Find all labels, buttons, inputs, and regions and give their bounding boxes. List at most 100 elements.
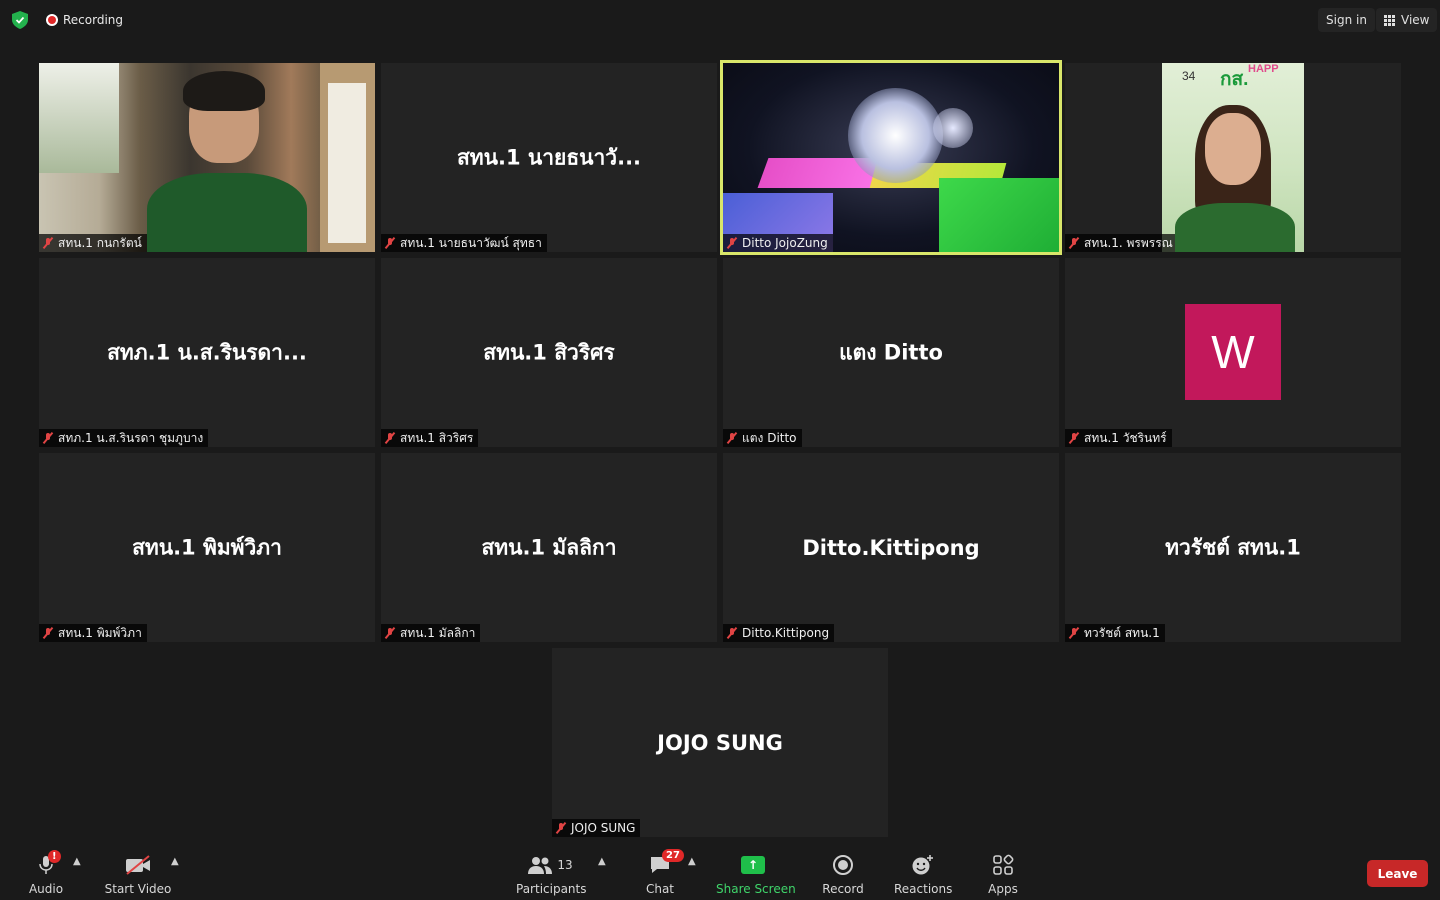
participant-tile[interactable]: Ditto.Kittipong Ditto.Kittipong xyxy=(723,453,1059,642)
participant-display-name: แตง Ditto xyxy=(839,340,943,364)
leave-label: Leave xyxy=(1377,866,1418,881)
mic-muted-icon xyxy=(384,432,396,444)
grid-view-icon xyxy=(1384,14,1395,26)
reactions-button[interactable]: Reactions xyxy=(894,852,952,896)
participant-tile[interactable]: แตง Ditto แตง Ditto xyxy=(723,258,1059,447)
participant-display-name: สทน.1 มัลลิกา xyxy=(481,535,617,559)
participant-tile-video[interactable]: 34 กส. HAPP สทน.1. พรพรรณ xyxy=(1065,63,1401,252)
participant-tile[interactable]: สทน.1 พิมพ์วิภา สทน.1 พิมพ์วิภา xyxy=(39,453,375,642)
participant-name-label: สทน.1 พิมพ์วิภา xyxy=(39,624,147,642)
participant-tile-video[interactable]: สทน.1 กนกรัตน์ xyxy=(39,63,375,252)
participant-tile[interactable]: สทน.1 สิวริศร สทน.1 สิวริศร xyxy=(381,258,717,447)
chat-button[interactable]: 27 Chat xyxy=(640,849,684,896)
reactions-smiley-icon xyxy=(912,855,933,875)
record-label: Record xyxy=(822,882,864,896)
mic-muted-icon xyxy=(384,237,396,249)
participant-name: Ditto JojoZung xyxy=(742,236,828,250)
participant-name: สทน.1 พิมพ์วิภา xyxy=(58,625,142,640)
participant-display-name: สทน.1 สิวริศร xyxy=(483,340,615,364)
apps-label: Apps xyxy=(988,882,1018,896)
participant-tile[interactable]: JOJO SUNG JOJO SUNG xyxy=(552,648,888,837)
view-button[interactable]: View xyxy=(1376,8,1438,32)
mic-muted-icon xyxy=(726,237,738,249)
participant-display-name: ทวรัชต์ สทน.1 xyxy=(1165,535,1301,559)
participant-tile[interactable]: W สทน.1 วัชรินทร์ xyxy=(1065,258,1401,447)
audio-label: Audio xyxy=(28,882,64,896)
mic-muted-icon xyxy=(1068,432,1080,444)
video-background xyxy=(39,63,119,173)
participant-name-label: สทน.1 กนกรัตน์ xyxy=(39,234,147,252)
recording-dot-icon xyxy=(46,14,58,26)
video-person xyxy=(1205,113,1261,185)
share-screen-button[interactable]: ↑ Share Screen xyxy=(716,852,796,896)
participant-name: สทน.1 วัชรินทร์ xyxy=(1084,430,1167,445)
participant-name: Ditto.Kittipong xyxy=(742,626,830,640)
audio-warning-badge: ! xyxy=(48,850,61,863)
participant-tile[interactable]: สทน.1 มัลลิกา สทน.1 มัลลิกา xyxy=(381,453,717,642)
participants-label: Participants xyxy=(516,882,587,896)
zoom-meeting-window: Recording Sign in View สทน.1 กนกรัตน์ สท… xyxy=(0,0,1440,900)
participant-tile[interactable]: ทวรัชต์ สทน.1 ทวรัชต์ สทน.1 xyxy=(1065,453,1401,642)
video-background-logo: 34 กส. HAPP xyxy=(1162,63,1304,90)
participants-options-chevron-up-icon[interactable]: ▲ xyxy=(598,856,608,867)
participant-tile[interactable]: สทภ.1 น.ส.รินรดา... สทภ.1 น.ส.รินรดา ชุม… xyxy=(39,258,375,447)
participant-name-label: แตง Ditto xyxy=(723,429,802,447)
chat-unread-badge: 27 xyxy=(662,849,684,862)
apps-button[interactable]: Apps xyxy=(984,852,1022,896)
top-bar: Recording Sign in View xyxy=(0,0,1440,40)
participant-name-label: ทวรัชต์ สทน.1 xyxy=(1065,624,1165,642)
logo-number: 34 xyxy=(1182,69,1196,83)
video-background xyxy=(320,63,375,252)
sign-in-button[interactable]: Sign in xyxy=(1318,8,1375,32)
participant-name-label: สทน.1 วัชรินทร์ xyxy=(1065,429,1172,447)
audio-button[interactable]: ! Audio xyxy=(26,850,66,896)
participant-name: สทน.1 สิวริศร xyxy=(400,430,474,445)
start-video-label: Start Video xyxy=(104,882,172,896)
video-person xyxy=(1175,203,1295,252)
mic-muted-icon xyxy=(726,432,738,444)
video-scene xyxy=(848,88,943,183)
leave-button[interactable]: Leave xyxy=(1367,860,1428,887)
participant-name: สทน.1 นายธนาวัฒน์ สุทธา xyxy=(400,235,542,250)
meeting-toolbar: ! Audio ▲ Start Video ▲ 13 Participants … xyxy=(0,840,1440,900)
audio-options-chevron-up-icon[interactable]: ▲ xyxy=(73,856,83,867)
participant-name-label: สทน.1 นายธนาวัฒน์ สุทธา xyxy=(381,234,547,252)
participant-name: แตง Ditto xyxy=(742,430,797,445)
participant-tile[interactable]: สทน.1 นายธนาวั... สทน.1 นายธนาวัฒน์ สุทธ… xyxy=(381,63,717,252)
participant-display-name: สทภ.1 น.ส.รินรดา... xyxy=(107,340,307,364)
start-video-button[interactable]: Start Video xyxy=(104,852,172,896)
participant-name-label: สทน.1 มัลลิกา xyxy=(381,624,481,642)
security-shield-icon[interactable] xyxy=(12,11,28,29)
mic-muted-icon xyxy=(555,822,567,834)
video-person xyxy=(183,71,265,111)
participant-name: สทน.1 มัลลิกา xyxy=(400,625,476,640)
mic-muted-icon xyxy=(42,432,54,444)
mic-muted-icon xyxy=(42,627,54,639)
participant-name: สทน.1 กนกรัตน์ xyxy=(58,235,142,250)
participant-name: JOJO SUNG xyxy=(571,821,636,835)
participant-name-label: สทน.1. พรพรรณ xyxy=(1065,234,1178,252)
share-screen-label: Share Screen xyxy=(716,882,796,896)
sign-in-label: Sign in xyxy=(1326,13,1367,27)
participant-name-label: Ditto.Kittipong xyxy=(723,624,835,642)
mic-muted-icon xyxy=(42,237,54,249)
record-icon xyxy=(833,855,853,875)
mic-muted-icon xyxy=(384,627,396,639)
recording-indicator[interactable]: Recording xyxy=(46,13,123,27)
participant-name-label: Ditto JojoZung xyxy=(723,234,833,252)
video-scene xyxy=(939,178,1059,252)
participant-name-label: สทภ.1 น.ส.รินรดา ชุมภูบาง xyxy=(39,429,209,447)
participant-display-name: JOJO SUNG xyxy=(657,730,783,755)
video-options-chevron-up-icon[interactable]: ▲ xyxy=(171,856,181,867)
participant-name: ทวรัชต์ สทน.1 xyxy=(1084,625,1160,640)
video-off-icon xyxy=(126,855,150,875)
participants-count: 13 xyxy=(557,858,573,872)
video-person xyxy=(147,173,307,252)
participant-tile-active-speaker[interactable]: Ditto JojoZung xyxy=(720,60,1062,255)
record-button[interactable]: Record xyxy=(820,852,866,896)
participant-name-label: JOJO SUNG xyxy=(552,819,641,837)
mic-muted-icon xyxy=(1068,627,1080,639)
participant-display-name: Ditto.Kittipong xyxy=(802,535,980,560)
participants-button[interactable]: 13 Participants xyxy=(516,852,587,896)
chat-options-chevron-up-icon[interactable]: ▲ xyxy=(688,856,698,867)
